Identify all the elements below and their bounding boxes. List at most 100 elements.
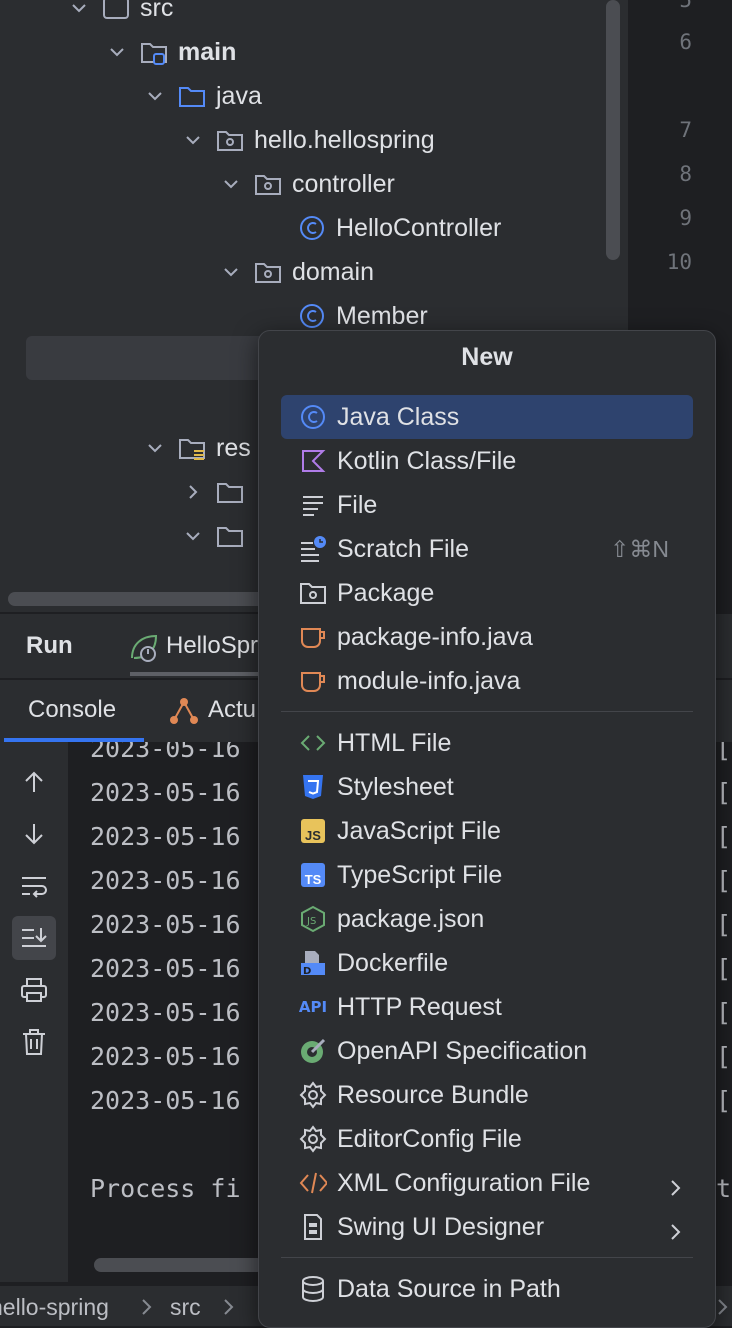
svg-text:D: D [303, 966, 311, 977]
menu-item-label: EditorConfig File [337, 1124, 522, 1153]
menu-item-label: Scratch File [337, 534, 469, 563]
tree-item-label: res [216, 434, 251, 462]
down-arrow-icon[interactable] [12, 812, 56, 856]
menu-item-file[interactable]: File [281, 483, 693, 527]
menu-item-html-file[interactable]: HTML File [281, 721, 693, 765]
menu-item-xml-configuration-file[interactable]: XML Configuration File [281, 1161, 693, 1205]
menu-item-scratch-file[interactable]: Scratch File ⇧⌘N [281, 527, 693, 571]
console-line-tail: [ [716, 954, 732, 983]
tree-item-domain[interactable]: domain [222, 250, 374, 294]
tree-item-label: HelloController [336, 214, 502, 242]
menu-item-label: package.json [337, 904, 485, 933]
kotlin-icon [299, 447, 327, 475]
tree-item-hellocontroller[interactable]: HelloController [298, 206, 501, 250]
chevron-down-icon[interactable] [146, 439, 164, 457]
tree-item-main[interactable]: main [108, 30, 236, 74]
tree-item-java[interactable]: java [146, 74, 262, 118]
menu-item-typescript-file[interactable]: TS TypeScript File [281, 853, 693, 897]
menu-item-http-request[interactable]: API HTTP Request [281, 985, 693, 1029]
menu-item-package-info[interactable]: package-info.java [281, 615, 693, 659]
file-icon [299, 491, 327, 519]
menu-item-javascript-file[interactable]: JS JavaScript File [281, 809, 693, 853]
line-number: 10 [666, 250, 692, 274]
trash-icon[interactable] [12, 1020, 56, 1064]
tree-item-collapsed-folder[interactable] [184, 470, 254, 514]
tree-item-hello-hellospring[interactable]: hello.hellospring [184, 118, 435, 162]
docker-icon: D [299, 949, 327, 977]
menu-item-resource-bundle[interactable]: Resource Bundle [281, 1073, 693, 1117]
tree-horizontal-scrollbar[interactable] [8, 592, 268, 606]
chevron-down-icon[interactable] [108, 43, 126, 61]
menu-item-package[interactable]: Package [281, 571, 693, 615]
menu-item-label: XML Configuration File [337, 1168, 591, 1197]
menu-item-openapi-spec[interactable]: OpenAPI Specification [281, 1029, 693, 1073]
java-class-icon [298, 214, 326, 242]
menu-item-label: module-info.java [337, 666, 521, 695]
menu-item-stylesheet[interactable]: Stylesheet [281, 765, 693, 809]
console-line-tail: [ [716, 822, 732, 851]
scroll-to-end-icon[interactable] [12, 916, 56, 960]
tree-item-resources[interactable]: res [146, 426, 251, 470]
chevron-down-icon[interactable] [222, 175, 240, 193]
console-line-tail: [ [716, 910, 732, 939]
menu-item-kotlin-class[interactable]: Kotlin Class/File [281, 439, 693, 483]
tree-vertical-scrollbar[interactable] [606, 0, 620, 260]
coffee-cup-icon [299, 667, 327, 695]
menu-item-java-class[interactable]: Java Class [281, 395, 693, 439]
menu-item-editorconfig-file[interactable]: EditorConfig File [281, 1117, 693, 1161]
console-line: 2023-05-16 [90, 910, 241, 939]
chevron-right-icon[interactable] [184, 483, 202, 501]
gear-icon [299, 1081, 327, 1109]
tree-item-expanded-folder[interactable] [184, 514, 254, 558]
breadcrumb-item[interactable]: hello-spring [0, 1294, 109, 1321]
console-line: 2023-05-16 [90, 954, 241, 983]
chevron-right-icon [140, 1296, 154, 1323]
chevron-down-icon[interactable] [70, 0, 88, 17]
console-line: 2023-05-16 [90, 1042, 241, 1071]
scratch-file-icon [299, 535, 327, 563]
console-line-tail: [ [716, 998, 732, 1027]
console-line-tail: [ [716, 866, 732, 895]
tree-item-label: java [216, 82, 262, 110]
menu-item-label: package-info.java [337, 622, 533, 651]
up-arrow-icon[interactable] [12, 760, 56, 804]
console-line: 2023-05-16 [90, 1086, 241, 1115]
package-icon [216, 126, 244, 154]
tree-item-label: hello.hellospring [254, 126, 435, 154]
chevron-down-icon[interactable] [222, 263, 240, 281]
console-line: 2023-05-16 [90, 822, 241, 851]
menu-item-swing-ui-designer[interactable]: Swing UI Designer [281, 1205, 693, 1249]
menu-item-dockerfile[interactable]: D Dockerfile [281, 941, 693, 985]
menu-item-label: File [337, 490, 378, 519]
menu-separator [281, 711, 693, 712]
package-icon [254, 170, 282, 198]
menu-item-label: JavaScript File [337, 816, 501, 845]
tab-console[interactable]: Console [28, 696, 116, 724]
menu-item-module-info[interactable]: module-info.java [281, 659, 693, 703]
tab-actuator[interactable]: Actu [208, 696, 256, 724]
menu-item-label: Resource Bundle [337, 1080, 529, 1109]
console-horizontal-scrollbar[interactable] [94, 1258, 264, 1272]
console-line-tail: t [716, 1174, 732, 1203]
console-process-line: Process fi [90, 1174, 241, 1203]
menu-item-label: Kotlin Class/File [337, 446, 517, 475]
chevron-right-icon [669, 1175, 683, 1204]
soft-wrap-icon[interactable] [12, 864, 56, 908]
chevron-down-icon[interactable] [184, 131, 202, 149]
print-icon[interactable] [12, 968, 56, 1012]
tree-item-src[interactable]: src [70, 0, 173, 30]
folder-icon [216, 522, 244, 550]
breadcrumb-item[interactable]: src [170, 1294, 201, 1321]
menu-item-package-json[interactable]: JS package.json [281, 897, 693, 941]
chevron-down-icon[interactable] [184, 527, 202, 545]
xml-icon [299, 1169, 327, 1197]
chevron-down-icon[interactable] [146, 87, 164, 105]
folder-icon [216, 478, 244, 506]
run-config-tab[interactable]: HelloSpr [166, 632, 258, 660]
line-number: 7 [679, 118, 692, 142]
tree-item-controller[interactable]: controller [222, 162, 395, 206]
console-line: 2023-05-16 [90, 998, 241, 1027]
menu-item-label: HTML File [337, 728, 452, 757]
package-icon [254, 258, 282, 286]
menu-item-data-source-in-path[interactable]: Data Source in Path [281, 1267, 693, 1311]
